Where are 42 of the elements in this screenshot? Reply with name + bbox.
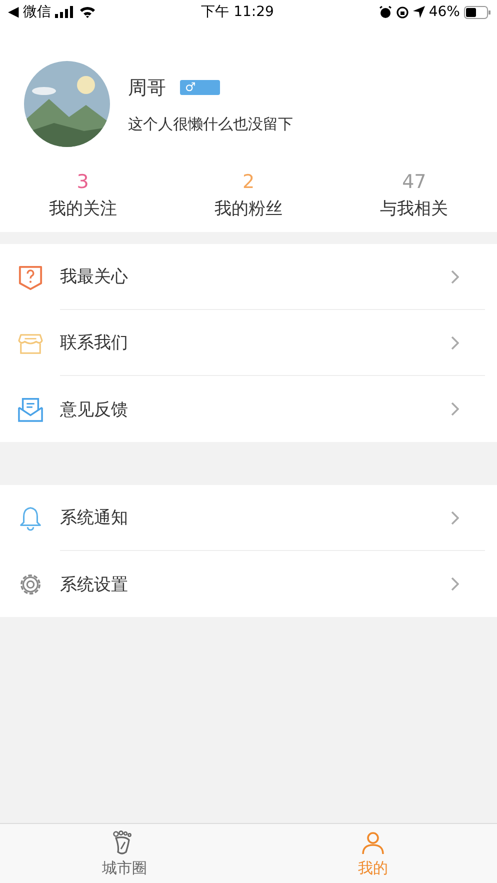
menu-label: 意见反馈: [60, 398, 128, 420]
user-name: 周哥: [128, 76, 166, 100]
tab-item[interactable]: 城市圈: [0, 824, 248, 883]
gender-badge: ♂: [180, 80, 220, 95]
stat-count: 47: [402, 171, 426, 193]
menu-item[interactable]: 我最关心: [0, 244, 497, 310]
menu-label: 系统通知: [60, 507, 128, 529]
menu-label: 系统设置: [60, 574, 128, 596]
chevron-right-icon: [451, 577, 459, 591]
menu-label: 我最关心: [60, 266, 128, 288]
person-icon: [360, 830, 386, 856]
bell-icon: [18, 506, 43, 530]
question-shield-icon: [18, 264, 43, 290]
stat-label: 与我相关: [380, 198, 448, 220]
stat-count: 3: [76, 171, 89, 193]
menu-item[interactable]: 联系我们: [0, 310, 497, 376]
battery-percent: 46%: [428, 4, 460, 20]
chevron-right-icon: [451, 270, 459, 284]
back-app-label[interactable]: ◀ 微信: [8, 3, 52, 21]
chevron-right-icon: [451, 402, 459, 416]
stat-count: 2: [242, 171, 255, 193]
battery-icon: [464, 6, 491, 18]
user-bio: 这个人很懒什么也没留下: [128, 114, 293, 134]
menu-item[interactable]: 系统设置: [0, 551, 497, 617]
settings-icon: [18, 572, 43, 596]
mail-icon: [18, 396, 43, 422]
stat-item[interactable]: 3 我的关注: [0, 171, 166, 220]
rotation-lock-icon: [396, 6, 409, 18]
menu-item[interactable]: 意见反馈: [0, 376, 497, 442]
stat-label: 我的关注: [48, 198, 117, 220]
menu-label: 联系我们: [60, 332, 128, 354]
signal-icon: [55, 6, 76, 18]
wifi-icon: [79, 6, 96, 18]
location-icon: [412, 6, 425, 18]
stat-label: 我的粉丝: [214, 198, 282, 220]
clock-time: 下午 11:29: [201, 3, 274, 21]
chevron-right-icon: [451, 510, 459, 524]
stat-item[interactable]: 2 我的粉丝: [166, 171, 332, 220]
stat-item[interactable]: 47 与我相关: [331, 171, 497, 220]
chevron-right-icon: [451, 336, 459, 350]
alarm-icon: [378, 6, 392, 18]
menu-item[interactable]: 系统通知: [0, 485, 497, 551]
